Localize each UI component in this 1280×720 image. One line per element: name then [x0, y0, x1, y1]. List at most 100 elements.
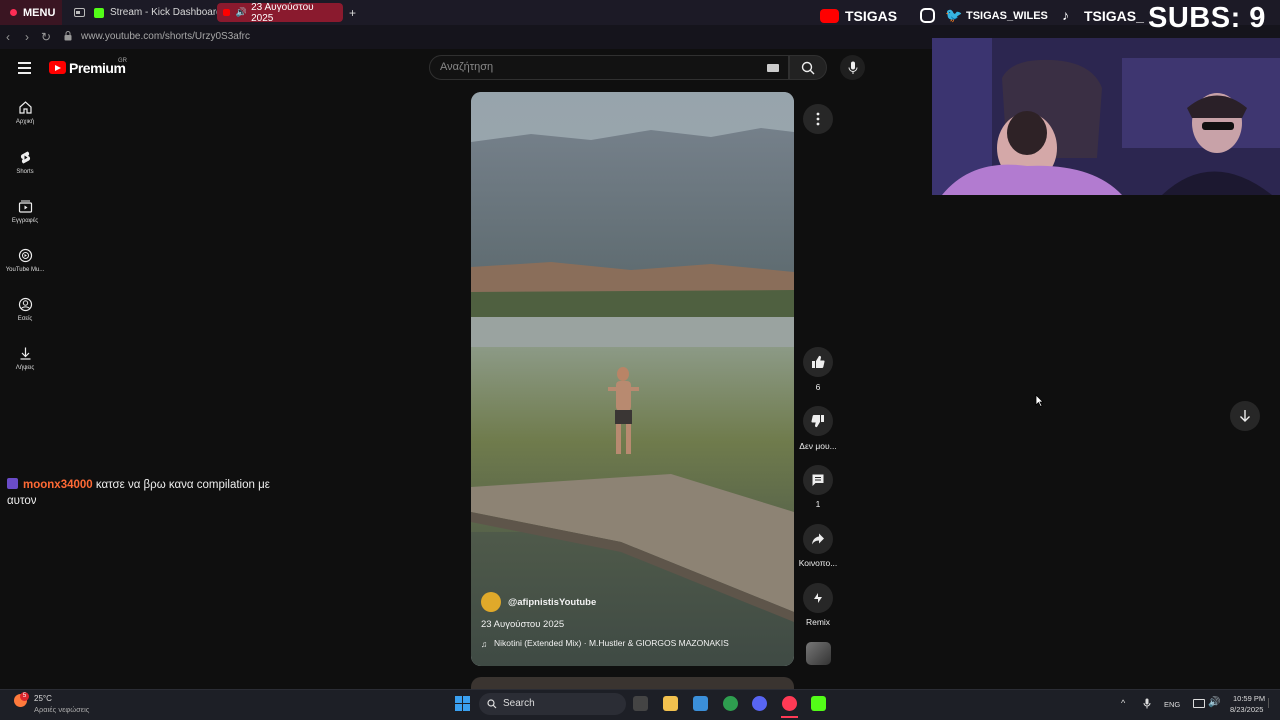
- browser-menu-button[interactable]: MENU: [0, 0, 62, 25]
- sidebar-item-shorts[interactable]: Shorts: [0, 150, 50, 175]
- next-short-preview[interactable]: [471, 677, 794, 689]
- more-options-button[interactable]: [803, 104, 833, 134]
- comment-count: 1: [815, 499, 821, 509]
- forward-icon[interactable]: ›: [25, 30, 29, 44]
- mouse-cursor-icon: [1035, 394, 1044, 407]
- overlay-twitter-handle: TSIGAS_WILES: [966, 10, 1048, 22]
- shorts-video-player[interactable]: [471, 92, 794, 666]
- clock-date[interactable]: 8/23/2025: [1230, 705, 1263, 714]
- url-text[interactable]: www.youtube.com/shorts/Urzy0S3afrc: [81, 31, 250, 42]
- like-count: 6: [815, 382, 821, 392]
- weather-temperature[interactable]: 25°C: [34, 694, 52, 703]
- dislike-button[interactable]: [803, 406, 833, 436]
- hamburger-menu-icon[interactable]: [18, 62, 31, 74]
- sound-thumbnail[interactable]: [806, 642, 831, 665]
- keyboard-icon[interactable]: [767, 64, 779, 72]
- next-video-button[interactable]: [1230, 401, 1260, 431]
- back-icon[interactable]: ‹: [6, 30, 10, 44]
- sidebar-item-label: Εσείς: [17, 316, 33, 322]
- task-view-icon[interactable]: [633, 696, 648, 711]
- sidebar-item-label: Αρχική: [15, 119, 35, 125]
- chat-username: moonx34000: [23, 479, 93, 491]
- sidebar-item-label: Εγγραφές: [11, 218, 39, 224]
- overlay-youtube-handle: TSIGAS: [845, 8, 898, 24]
- windows-start-icon[interactable]: [455, 696, 470, 711]
- active-app-indicator: [781, 716, 798, 718]
- reload-icon[interactable]: ↻: [41, 30, 51, 44]
- channel-name[interactable]: @afipnistisYoutube: [508, 597, 596, 608]
- channel-avatar[interactable]: [481, 592, 501, 612]
- music-track[interactable]: Nikotini (Extended Mix) · M.Hustler & GI…: [494, 638, 729, 648]
- kick-icon: [94, 7, 104, 18]
- tab-label: Stream - Kick Dashboard: [110, 7, 222, 18]
- sidebar-item-home[interactable]: Αρχική: [0, 100, 50, 125]
- subscriptions-icon: [18, 200, 32, 213]
- webcam-feed: [932, 38, 1280, 195]
- lock-icon: [64, 31, 72, 41]
- you-icon: [18, 297, 32, 312]
- sidebar-item-label: YouTube Mu...: [5, 267, 45, 273]
- discord-icon[interactable]: [752, 696, 767, 711]
- more-vertical-icon: [816, 112, 820, 126]
- share-button[interactable]: [803, 524, 833, 554]
- like-button[interactable]: [803, 347, 833, 377]
- remix-label: Remix: [805, 617, 831, 627]
- taskbar-search-box[interactable]: [479, 693, 626, 715]
- search-button[interactable]: [789, 55, 827, 80]
- youtube-music-icon: [18, 248, 32, 263]
- sidebar-item-subscriptions[interactable]: Εγγραφές: [0, 199, 50, 224]
- youtube-logo-icon[interactable]: [49, 61, 66, 74]
- voice-search-button[interactable]: [840, 55, 865, 80]
- tab-youtube-short[interactable]: 🔊 23 Αυγούστου 2025: [217, 1, 343, 24]
- microphone-icon: [848, 61, 857, 74]
- browser-logo-icon: [10, 9, 17, 16]
- music-note-icon: ♫: [481, 639, 488, 649]
- new-tab-button[interactable]: +: [343, 3, 362, 22]
- show-desktop-button[interactable]: [1268, 698, 1273, 708]
- language-indicator[interactable]: ENG: [1164, 700, 1180, 709]
- tab-label: 23 Αυγούστου 2025: [251, 1, 314, 24]
- comments-button[interactable]: [803, 465, 833, 495]
- chat-message: moonx34000 κατσε να βρω κανα compilation…: [7, 477, 297, 509]
- tray-microphone-icon[interactable]: [1143, 698, 1151, 709]
- photos-icon[interactable]: [693, 696, 708, 711]
- twitter-icon: 🐦: [945, 7, 963, 23]
- sidebar-item-downloads[interactable]: Λήψεις: [0, 346, 50, 371]
- clock-time[interactable]: 10:59 PM: [1233, 694, 1265, 703]
- sidebar-item-youtube-music[interactable]: YouTube Mu...: [0, 248, 50, 273]
- youtube-tab-icon: [223, 9, 230, 16]
- webcam-image: [932, 38, 1280, 195]
- search-placeholder: Αναζήτηση: [440, 61, 494, 73]
- shorts-icon: [20, 151, 30, 164]
- instagram-icon: [920, 8, 935, 23]
- sidebar-item-label: Λήψεις: [15, 365, 35, 371]
- volume-icon[interactable]: 🔊: [1208, 697, 1220, 708]
- youtube-social-icon: [820, 9, 839, 23]
- remix-icon: [814, 593, 822, 603]
- tab-kick-dashboard[interactable]: Stream - Kick Dashboard: [88, 3, 228, 22]
- browser-app-icon[interactable]: [723, 696, 738, 711]
- tray-overflow-icon[interactable]: ^: [1121, 698, 1125, 708]
- home-icon: [18, 101, 32, 114]
- search-icon: [801, 61, 815, 74]
- remix-button[interactable]: [803, 583, 833, 613]
- premium-brand[interactable]: Premium: [69, 60, 126, 76]
- kick-app-icon[interactable]: [811, 696, 826, 711]
- chat-badge-icon: [7, 478, 18, 489]
- tiktok-icon: ♪: [1062, 7, 1069, 23]
- sidebar-item-you[interactable]: Εσείς: [0, 297, 50, 322]
- taskbar-search-label: Search: [503, 698, 535, 709]
- overlay-tiktok-handle: TSIGAS_: [1084, 8, 1144, 24]
- thumbs-up-icon: [812, 355, 825, 369]
- video-date: 23 Αυγούστου 2025: [481, 619, 565, 630]
- opera-gx-icon[interactable]: [782, 696, 797, 711]
- subscriber-counter: SUBS: 9: [1148, 2, 1266, 34]
- weather-badge: 5: [20, 692, 29, 701]
- network-icon[interactable]: [1193, 699, 1205, 708]
- taskbar-search-icon: [487, 699, 497, 709]
- file-explorer-icon[interactable]: [663, 696, 678, 711]
- menu-label: MENU: [23, 6, 56, 19]
- region-code: GR: [118, 58, 127, 64]
- share-icon: [812, 533, 824, 545]
- weather-description: Αραιές νεφώσεις: [34, 705, 90, 714]
